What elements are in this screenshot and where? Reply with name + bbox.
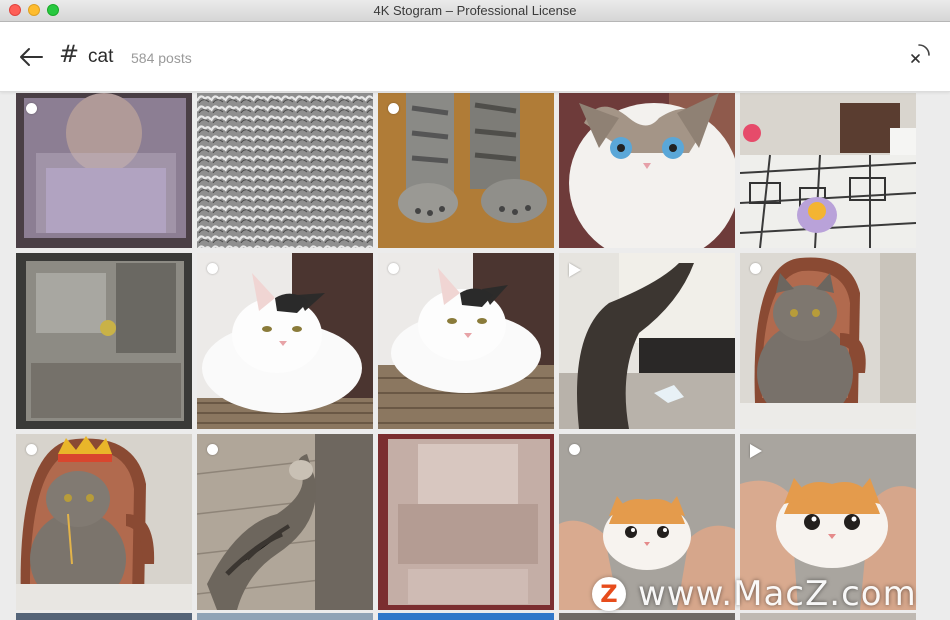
post-thumbnail[interactable] [16,434,192,610]
photo-marker-icon [26,444,37,455]
close-window-button[interactable] [9,4,21,16]
watermark: Z www.MacZ.com [592,574,917,614]
photo-marker-icon [750,263,761,274]
maximize-window-button[interactable] [47,4,59,16]
video-marker-icon [750,444,762,458]
post-thumbnail[interactable] [740,253,916,429]
posts-grid [16,93,920,620]
hash-icon: # [59,40,80,68]
window-titlebar: 4K Stogram – Professional License [0,0,950,22]
photo-marker-icon [207,444,218,455]
window-title: 4K Stogram – Professional License [373,3,577,18]
post-thumbnail[interactable] [559,253,735,429]
photo-marker-icon [388,263,399,274]
post-thumbnail-partial[interactable] [740,613,916,620]
post-thumbnail-partial[interactable] [559,613,735,620]
photo-marker-icon [388,103,399,114]
watermark-text: www.MacZ.com [638,574,917,614]
post-thumbnail[interactable] [378,253,554,429]
loading-spinner-icon[interactable] [907,43,931,67]
post-thumbnail[interactable] [197,93,373,248]
back-button[interactable] [18,46,44,68]
hashtag-header: # cat 584 posts [0,22,950,92]
hashtag-name: cat [88,46,114,67]
watermark-logo: Z [592,577,626,611]
post-thumbnail[interactable] [197,434,373,610]
post-thumbnail-partial[interactable] [197,613,373,620]
photo-marker-icon [26,103,37,114]
post-count: 584 posts [131,50,192,66]
post-thumbnail-partial[interactable] [378,613,554,620]
post-thumbnail[interactable] [378,434,554,610]
video-marker-icon [569,263,581,277]
post-thumbnail[interactable] [16,93,192,248]
arrow-left-icon [20,48,43,66]
photo-marker-icon [207,263,218,274]
post-thumbnail-partial[interactable] [16,613,192,620]
minimize-window-button[interactable] [28,4,40,16]
photo-marker-icon [569,444,580,455]
post-thumbnail[interactable] [559,93,735,248]
post-thumbnail[interactable] [740,93,916,248]
post-thumbnail[interactable] [197,253,373,429]
post-thumbnail[interactable] [16,253,192,429]
post-thumbnail[interactable] [378,93,554,248]
